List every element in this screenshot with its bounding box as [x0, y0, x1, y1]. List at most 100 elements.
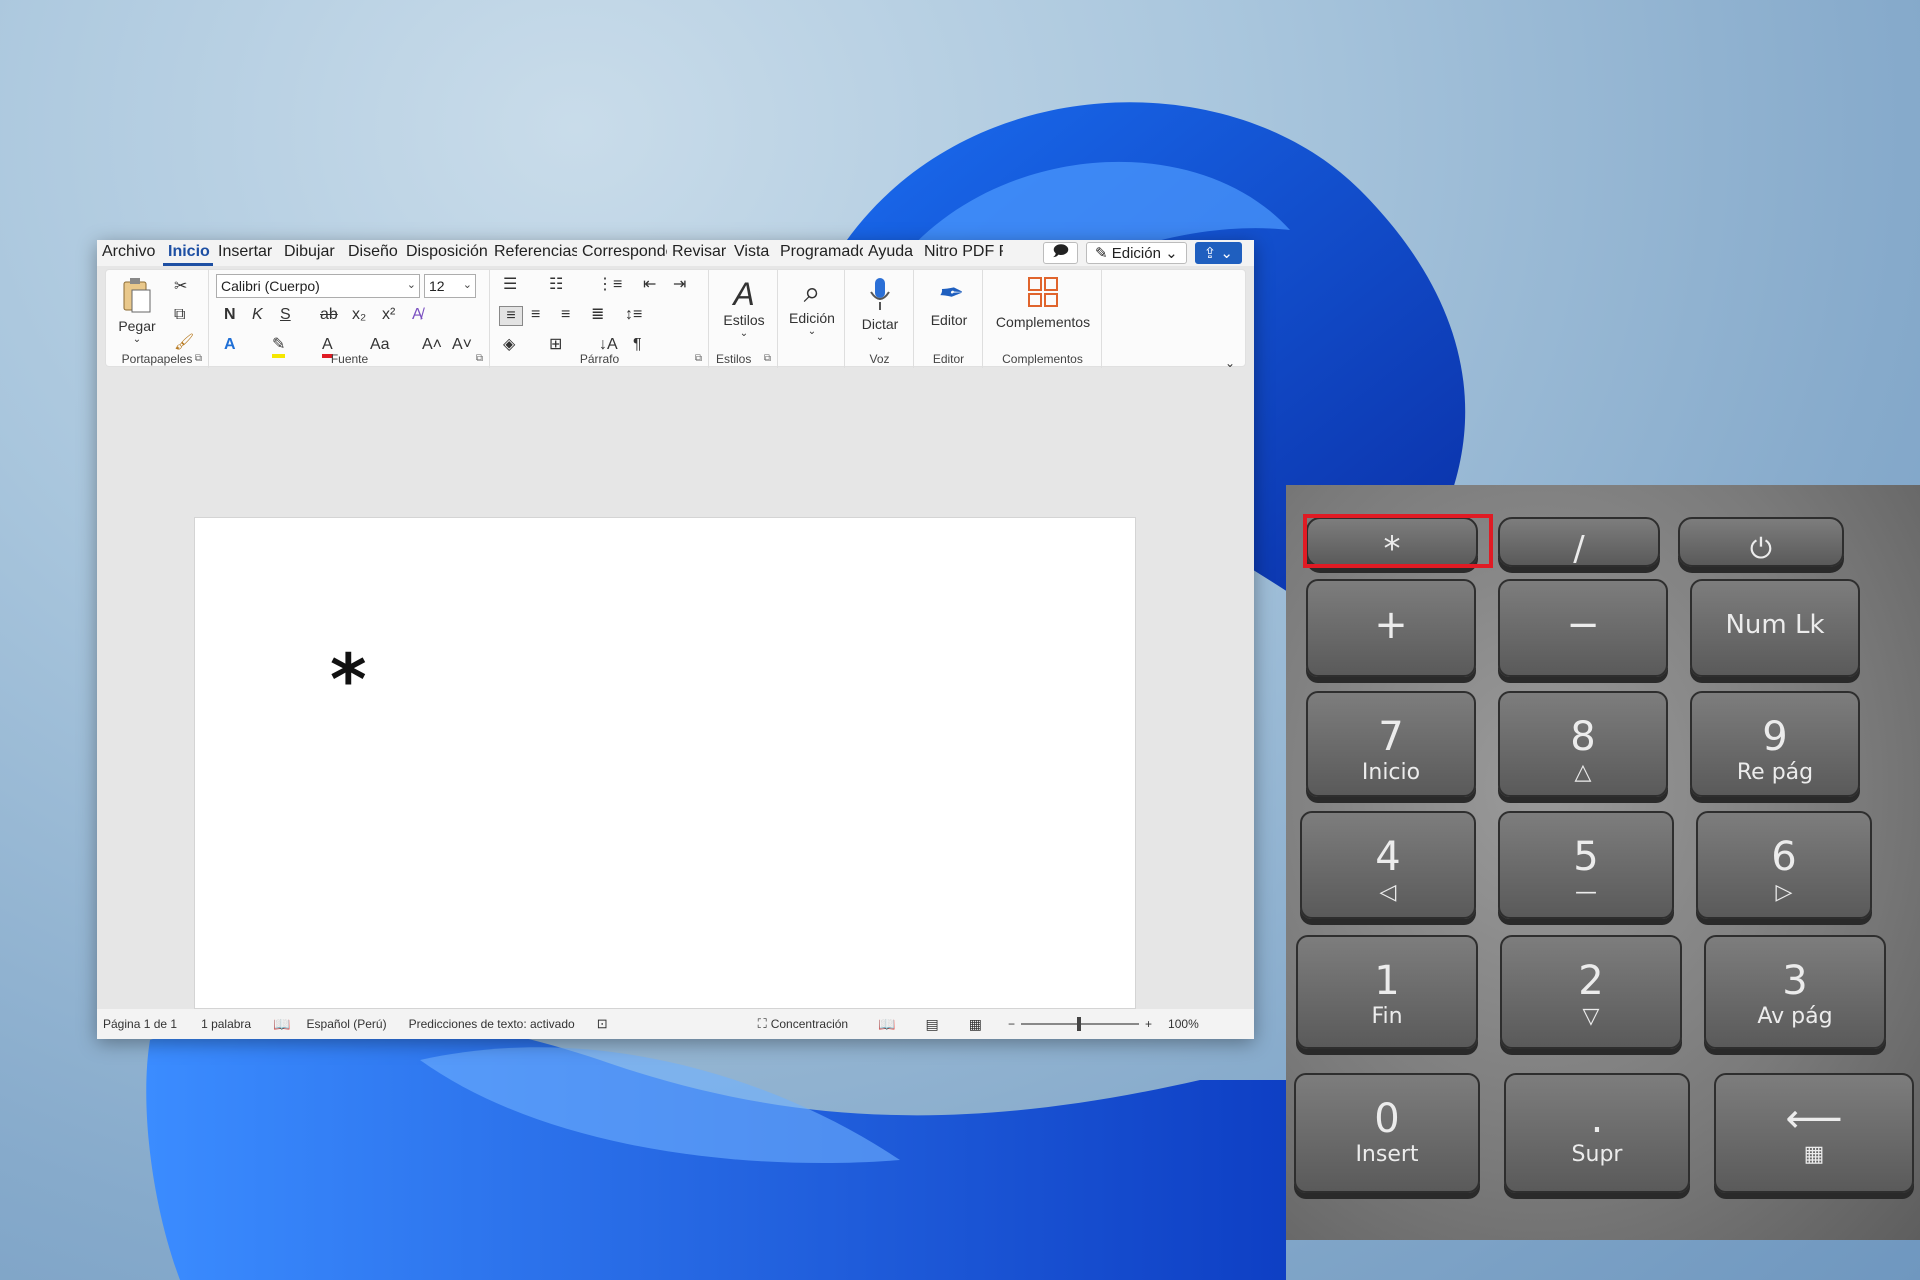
chevron-down-icon: ⌄ — [1220, 245, 1233, 262]
subscript-icon[interactable]: x₂ — [352, 306, 366, 324]
align-left-icon[interactable]: ≡ — [499, 306, 523, 326]
word-count[interactable]: 1 palabra — [201, 1017, 251, 1031]
key-7: 7 Inicio — [1306, 691, 1476, 797]
bold-button[interactable]: N — [224, 306, 236, 324]
dictate-button[interactable]: Dictar ⌄ — [852, 276, 908, 343]
dialog-launcher-icon[interactable]: ⧉ — [695, 353, 702, 364]
chevron-down-icon: ⌄ — [462, 279, 472, 291]
tab-nitro-pdf[interactable]: Nitro PDF Pro — [919, 240, 1003, 266]
key-1: 1 Fin — [1296, 935, 1478, 1049]
key-decimal: . Supr — [1504, 1073, 1690, 1193]
chevron-down-icon: ⌄ — [807, 326, 817, 337]
tab-programador[interactable]: Programador — [775, 240, 863, 266]
word-window: Archivo Inicio Insertar Dibujar Diseño D… — [97, 240, 1254, 1039]
group-label-editor: Editor — [932, 352, 965, 366]
group-voice: Dictar ⌄ Voz — [846, 270, 914, 368]
dialog-launcher-icon[interactable]: ⧉ — [195, 353, 202, 364]
zoom-level[interactable]: 100% — [1168, 1017, 1199, 1031]
chevron-down-icon: ⌄ — [739, 328, 749, 339]
editor-pen-icon: ✒ — [936, 277, 962, 310]
document-page[interactable]: * — [194, 517, 1136, 1009]
tab-archivo[interactable]: Archivo — [97, 240, 163, 266]
format-painter-icon[interactable]: 🖌 — [174, 334, 194, 352]
chevron-down-icon: ⌄ — [875, 332, 885, 343]
paste-button[interactable]: Pegar ⌄ — [114, 276, 160, 345]
tab-vista[interactable]: Vista — [729, 240, 775, 266]
addins-button[interactable]: Complementos — [990, 276, 1096, 330]
ribbon: Pegar ⌄ ✂ ⧉ 🖌 Portapapeles ⧉ Calibri (Cu… — [105, 269, 1246, 370]
paste-icon — [123, 278, 151, 313]
zoom-out-icon[interactable]: − — [1008, 1017, 1015, 1031]
dialog-launcher-icon[interactable]: ⧉ — [476, 353, 483, 364]
superscript-icon[interactable]: x² — [382, 306, 395, 324]
tab-correspondencia[interactable]: Correspondencia — [577, 240, 667, 266]
paste-label: Pegar — [118, 318, 156, 334]
zoom-slider[interactable] — [1021, 1017, 1140, 1031]
share-button[interactable]: ⇪ ⌄ — [1194, 242, 1242, 264]
key-minus: − — [1498, 579, 1668, 677]
print-layout-icon[interactable]: ▤ — [926, 1016, 939, 1033]
addins-label: Complementos — [995, 314, 1091, 330]
multilevel-list-icon[interactable]: ⋮≡ — [597, 276, 622, 294]
editing-button[interactable]: ⌕ Edición ⌄ — [783, 276, 841, 337]
read-mode-icon[interactable]: 📖 — [878, 1016, 895, 1033]
tab-referencias[interactable]: Referencias — [489, 240, 577, 266]
key-6: 6 ▷ — [1696, 811, 1872, 919]
key-0: 0 Insert — [1294, 1073, 1480, 1193]
tab-insertar[interactable]: Insertar — [213, 240, 279, 266]
share-icon: ⇪ — [1203, 245, 1217, 262]
align-center-icon[interactable]: ≡ — [531, 306, 540, 324]
tab-disposicion[interactable]: Disposición — [401, 240, 489, 266]
proofing-book-icon[interactable]: 📖 — [273, 1016, 290, 1033]
chevron-down-icon: ⌄ — [1165, 245, 1178, 262]
align-right-icon[interactable]: ≡ — [561, 306, 570, 324]
asterisk-key-highlight — [1303, 514, 1493, 568]
top-right-buttons: 🗩 ✎ Edición ⌄ ⇪ ⌄ — [1043, 242, 1242, 264]
group-addins: Complementos Complementos — [984, 270, 1102, 368]
zoom-in-icon[interactable]: + — [1145, 1017, 1152, 1031]
editing-mode-button[interactable]: ✎ Edición ⌄ — [1085, 242, 1187, 264]
tab-revisar[interactable]: Revisar — [667, 240, 729, 266]
group-editor: ✒ Editor Editor — [915, 270, 983, 368]
editor-button[interactable]: ✒ Editor — [921, 276, 977, 328]
status-bar: Página 1 de 1 1 palabra 📖 Español (Perú)… — [97, 1009, 1254, 1039]
styles-button[interactable]: A Estilos ⌄ — [716, 276, 772, 339]
language-status[interactable]: Español (Perú) — [307, 1017, 387, 1031]
dictate-label: Dictar — [861, 316, 899, 332]
zoom-slider-thumb[interactable] — [1077, 1017, 1082, 1031]
font-size-combo[interactable]: 12 ⌄ — [424, 274, 476, 298]
justify-icon[interactable]: ≣ — [591, 306, 604, 324]
strikethrough-button[interactable]: ab — [320, 306, 338, 324]
focus-icon[interactable]: ⛶ — [758, 1016, 767, 1032]
comments-button[interactable]: 🗩 — [1043, 242, 1078, 264]
focus-mode-label[interactable]: Concentración — [771, 1017, 848, 1031]
key-power: ⏻ — [1678, 517, 1844, 567]
web-layout-icon[interactable]: ▦ — [969, 1016, 982, 1033]
group-label-font: Fuente — [330, 352, 369, 366]
document-text[interactable]: * — [330, 645, 367, 715]
key-numlock: Num Lk — [1690, 579, 1860, 677]
key-3: 3 Av pág — [1704, 935, 1886, 1049]
cut-icon[interactable]: ✂ — [174, 278, 187, 296]
text-predictions-status[interactable]: Predicciones de texto: activado — [409, 1017, 575, 1031]
numeric-keypad-photo: * / ⏻ + − Num Lk 7 Inicio 8 △ 9 Re pág 4 ◁ 5… — [1286, 485, 1920, 1240]
clear-formatting-icon[interactable]: A̸ — [412, 306, 423, 324]
tab-inicio[interactable]: Inicio — [163, 240, 213, 266]
dialog-launcher-icon[interactable]: ⧉ — [764, 353, 771, 364]
italic-button[interactable]: K — [252, 306, 263, 324]
underline-button[interactable]: S — [280, 306, 291, 324]
line-spacing-icon[interactable]: ↕≡ — [625, 306, 642, 324]
increase-indent-icon[interactable]: ⇥ — [673, 276, 686, 294]
bullets-icon[interactable]: ☰ — [503, 276, 517, 294]
page-count[interactable]: Página 1 de 1 — [103, 1017, 177, 1031]
copy-icon[interactable]: ⧉ — [174, 306, 185, 324]
tab-diseno[interactable]: Diseño — [343, 240, 401, 266]
font-name-combo[interactable]: Calibri (Cuerpo) ⌄ — [216, 274, 420, 298]
microphone-icon — [870, 278, 890, 310]
numbering-icon[interactable]: ☷ — [549, 276, 563, 294]
tab-ayuda[interactable]: Ayuda — [863, 240, 919, 266]
addins-grid-icon — [1028, 277, 1058, 307]
decrease-indent-icon[interactable]: ⇤ — [643, 276, 656, 294]
tab-dibujar[interactable]: Dibujar — [279, 240, 343, 266]
accessibility-icon[interactable]: ⊡ — [597, 1016, 608, 1032]
